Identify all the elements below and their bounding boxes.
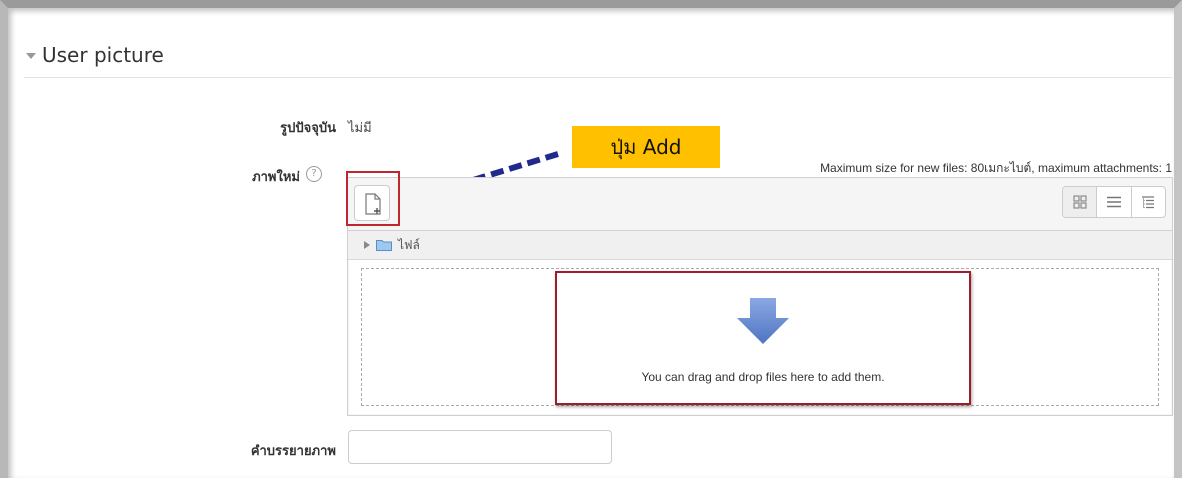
folder-name: ไฟล์: [398, 237, 420, 252]
tree-view-icon: [1142, 196, 1155, 209]
drop-zone-highlight[interactable]: You can drag and drop files here to add …: [555, 271, 971, 405]
list-view-button[interactable]: [1096, 187, 1130, 217]
filemanager-limits-note: Maximum size for new files: 80เมกะไบต์, …: [820, 161, 1172, 175]
filemanager-path[interactable]: ไฟล์: [348, 231, 1172, 260]
folder-icon: [376, 240, 392, 251]
description-label: คำบรรยายภาพ: [250, 444, 336, 459]
section-title: User picture: [42, 43, 164, 67]
add-button-callout: ปุ่ม Add: [572, 126, 720, 168]
help-icon[interactable]: ?: [306, 166, 322, 182]
expand-triangle-icon[interactable]: [364, 241, 370, 249]
section-divider: [24, 77, 1172, 78]
icon-view-button[interactable]: [1063, 187, 1097, 217]
view-mode-switcher: [1062, 186, 1166, 218]
section-legend-user-picture[interactable]: User picture: [26, 40, 164, 70]
icon-view-icon: [1073, 195, 1087, 209]
tree-view-button[interactable]: [1130, 187, 1165, 217]
drop-arrow-icon: [737, 298, 789, 344]
current-picture-value: ไม่มี: [348, 121, 372, 136]
list-view-icon: [1106, 196, 1121, 208]
description-input[interactable]: [348, 430, 612, 464]
filemanager-toolbar: [348, 178, 1172, 231]
current-picture-label: รูปปัจจุบัน: [280, 121, 336, 136]
drop-message: You can drag and drop files here to add …: [641, 370, 885, 384]
add-button-highlight: [346, 171, 400, 226]
collapse-caret-icon[interactable]: [26, 53, 36, 59]
new-picture-label: ภาพใหม่: [252, 170, 300, 185]
